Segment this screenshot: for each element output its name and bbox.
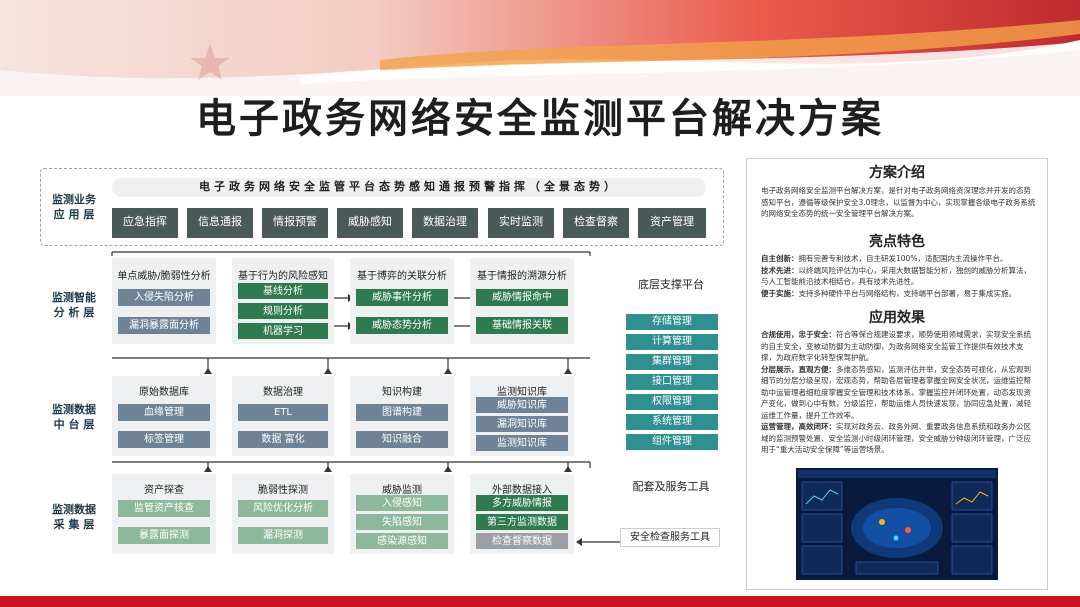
datamid-col: 知识构建 图谱构建 知识融合 — [350, 376, 454, 456]
collect-item[interactable]: 风险优化分析 — [238, 500, 328, 517]
analysis-item[interactable]: 威胁情报命中 — [476, 289, 568, 306]
analysis-col: 基于情报的溯源分析 威胁情报命中 基础情报关联 — [470, 258, 574, 344]
feature-item: 便于实施：支持多种硬件平台与网络结构，支持端平台部署，易于集成实施。 — [761, 288, 1037, 300]
col-header: 基于博弈的关联分析 — [357, 271, 447, 282]
collect-item[interactable]: 检查督察数据 — [476, 533, 568, 549]
platform-item[interactable]: 存储管理 — [626, 314, 718, 330]
datamid-item[interactable]: ETL — [238, 404, 328, 421]
collect-item[interactable]: 失陷感知 — [356, 514, 448, 530]
effect-item: 分层展示，直观方便：多维态势感知，监测评估并举，安全态势可视化，从宏观到细节的分… — [761, 364, 1037, 422]
collect-col: 威胁监测 入侵感知 失陷感知 感染源感知 — [350, 474, 454, 554]
analysis-item[interactable]: 基础情报关联 — [476, 317, 568, 334]
analysis-item[interactable]: 入侵失陷分析 — [118, 289, 210, 306]
feature-text: 支持多种硬件平台与网络结构，支持端平台部署，易于集成实施。 — [798, 288, 1017, 298]
effect-item: 运营管理，高效闭环：实现对政务云、政务外网、重要政务信息系统和政务办公区域的监测… — [761, 421, 1037, 456]
features-list: 自主创新：拥有完善专利技术，自主研发100%，适配国内主流操作平台。 技术先进：… — [761, 253, 1037, 299]
col-header: 单点威胁/脆弱性分析 — [117, 271, 211, 282]
intro-title: 方案介绍 — [869, 165, 925, 181]
platform-item[interactable]: 权限管理 — [626, 394, 718, 410]
feature-text: 拥有完善专利技术，自主研发100%，适配国内主流操作平台。 — [798, 254, 1008, 263]
effects-list: 合规使用，忠于安全：符合等保合规建设要求，顺势使用领域需求，实现安全系统的自主安… — [761, 329, 1037, 456]
datamid-item[interactable]: 血缘管理 — [118, 404, 210, 421]
collect-item[interactable]: 感染源感知 — [356, 533, 448, 549]
analysis-col: 基于行为的风险感知 基线分析 规则分析 机器学习 — [232, 258, 334, 344]
analysis-col: 基于博弈的关联分析 威胁事件分析 威胁态势分析 — [350, 258, 454, 344]
datamid-item[interactable]: 威胁知识库 — [476, 397, 568, 413]
analysis-item[interactable]: 漏洞暴露面分析 — [118, 317, 210, 334]
datamid-col: 监测知识库 威胁知识库 漏洞知识库 监测知识库 — [470, 376, 574, 456]
datamid-col: 数据治理 ETL 数据 富化 — [232, 376, 334, 456]
analysis-item[interactable]: 机器学习 — [238, 323, 328, 339]
platform-item[interactable]: 计算管理 — [626, 334, 718, 350]
collect-item[interactable]: 第三方监测数据 — [476, 514, 568, 530]
tools-title: 配套及服务工具 — [632, 480, 710, 493]
platform-item[interactable]: 系统管理 — [626, 414, 718, 430]
feature-text: 以终端风险评估为中心，采用大数据智能分析，独创的威胁分析算法，与人工智能前沿技术… — [761, 265, 1031, 287]
feature-item: 技术先进：以终端风险评估为中心，采用大数据智能分析，独创的威胁分析算法，与人工智… — [761, 265, 1037, 288]
col-header: 脆弱性探测 — [258, 485, 308, 496]
datamid-col: 原始数据库 血缘管理 标签管理 — [112, 376, 216, 456]
collect-col: 外部数据接入 多方威胁情报 第三方监测数据 检查督察数据 — [470, 474, 574, 554]
collect-col: 脆弱性探测 风险优化分析 漏洞探测 — [232, 474, 334, 554]
collect-item[interactable]: 多方威胁情报 — [476, 495, 568, 511]
analysis-item[interactable]: 基线分析 — [238, 283, 328, 299]
effect-key: 合规使用，忠于安全： — [761, 330, 836, 339]
analysis-item[interactable]: 规则分析 — [238, 303, 328, 319]
col-header: 资产探查 — [144, 485, 184, 496]
bottom-red-strip — [0, 596, 1080, 607]
effect-key: 分层展示，直观方便： — [761, 364, 836, 374]
platform-item[interactable]: 集群管理 — [626, 354, 718, 370]
platform-title: 底层支撑平台 — [638, 278, 704, 291]
collect-item[interactable]: 漏洞探测 — [238, 527, 328, 544]
effects-title: 应用效果 — [869, 310, 925, 326]
effect-item: 合规使用，忠于安全：符合等保合规建设要求，顺势使用领域需求，实现安全系统的自主安… — [761, 329, 1037, 364]
col-header: 监测知识库 — [497, 387, 547, 398]
analysis-col: 单点威胁/脆弱性分析 入侵失陷分析 漏洞暴露面分析 — [112, 258, 216, 344]
feature-key: 自主创新： — [761, 254, 799, 263]
col-header: 原始数据库 — [139, 387, 189, 398]
analysis-item[interactable]: 威胁态势分析 — [356, 317, 448, 334]
collect-item[interactable]: 监管资产核查 — [118, 500, 210, 517]
platform-item[interactable]: 组件管理 — [626, 434, 718, 450]
intro-text: 电子政务网络安全监测平台解决方案，是针对电子政务网络资深理念并开发的态势感知平台… — [761, 186, 1036, 218]
feature-item: 自主创新：拥有完善专利技术，自主研发100%，适配国内主流操作平台。 — [761, 253, 1037, 265]
datamid-item[interactable]: 知识融合 — [356, 431, 448, 448]
col-header: 威胁监测 — [382, 485, 422, 496]
collect-col: 资产探查 监管资产核查 暴露面探测 — [112, 474, 216, 554]
dashboard-screenshot-image — [796, 468, 998, 580]
col-header: 基于行为的风险感知 — [238, 271, 328, 282]
datamid-item[interactable]: 数据 富化 — [238, 431, 328, 448]
analysis-item[interactable]: 威胁事件分析 — [356, 289, 448, 306]
datamid-item[interactable]: 漏洞知识库 — [476, 416, 568, 432]
datamid-item[interactable]: 监测知识库 — [476, 435, 568, 451]
features-title: 亮点特色 — [869, 234, 925, 250]
col-header: 数据治理 — [263, 387, 303, 398]
collect-item[interactable]: 暴露面探测 — [118, 527, 210, 544]
col-header: 外部数据接入 — [492, 485, 552, 496]
platform-item[interactable]: 接口管理 — [626, 374, 718, 390]
tools-item[interactable]: 安全检查服务工具 — [620, 528, 720, 547]
col-header: 基于情报的溯源分析 — [477, 271, 567, 282]
platform-list: 存储管理 计算管理 集群管理 接口管理 权限管理 系统管理 组件管理 — [626, 314, 718, 454]
feature-key: 便于实施： — [761, 288, 799, 298]
feature-key: 技术先进： — [761, 265, 799, 275]
effect-key: 运营管理，高效闭环： — [761, 422, 836, 431]
col-header: 知识构建 — [382, 387, 422, 398]
datamid-item[interactable]: 图谱构建 — [356, 404, 448, 421]
collect-item[interactable]: 入侵感知 — [356, 495, 448, 511]
datamid-item[interactable]: 标签管理 — [118, 431, 210, 448]
